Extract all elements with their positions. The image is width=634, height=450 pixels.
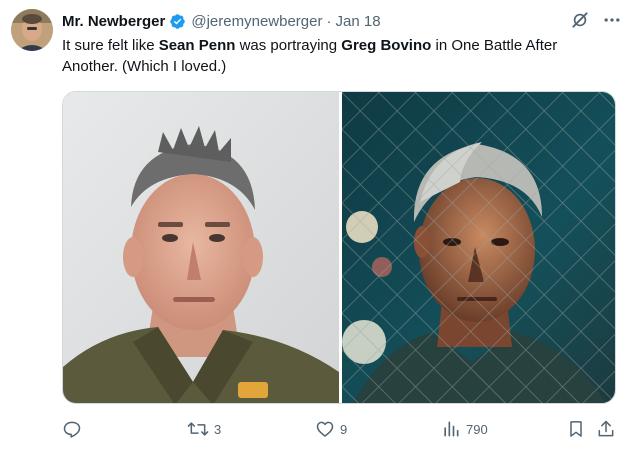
bookmark-button[interactable] [566,417,586,441]
retweet-button[interactable]: 3 [187,417,221,441]
share-icon [598,420,614,437]
reply-button[interactable] [62,417,87,441]
tweet-text: It sure felt like Sean Penn was portrayi… [62,35,607,77]
verified-badge-icon [170,13,186,29]
tweet-bold-name: Sean Penn [158,37,236,54]
tweet[interactable]: Mr. Newberger @jeremynewberger · Jan 18 … [0,0,634,450]
views-button[interactable]: 790 [441,417,488,441]
bookmark-icon [570,421,582,437]
timestamp[interactable]: Jan 18 [336,13,381,30]
separator-dot: · [326,12,332,30]
like-icon [316,421,334,437]
share-button[interactable] [596,417,616,441]
grok-icon[interactable] [570,10,590,30]
reply-icon [63,421,81,438]
tweet-bold-name: Greg Bovino [341,37,432,54]
avatar[interactable] [11,9,53,51]
media-grid [62,91,616,404]
avatar-image [11,9,53,51]
media-image-right[interactable] [342,92,615,403]
header-actions [570,10,622,30]
display-name[interactable]: Mr. Newberger [62,13,165,30]
media-image-left[interactable] [63,92,339,403]
tweet-text-part: was portraying [235,37,342,54]
action-bar: 3 9 790 [62,417,622,441]
handle[interactable]: @jeremynewberger [191,13,322,30]
views-count: 790 [466,421,488,437]
like-count: 9 [340,421,348,437]
more-icon[interactable] [602,10,622,30]
retweet-count: 3 [214,421,222,437]
views-icon [444,421,459,437]
tweet-text-part: It sure felt like [62,37,159,54]
retweet-icon [187,422,209,436]
like-button[interactable]: 9 [315,417,347,441]
tweet-header: Mr. Newberger @jeremynewberger · Jan 18 [62,11,622,31]
